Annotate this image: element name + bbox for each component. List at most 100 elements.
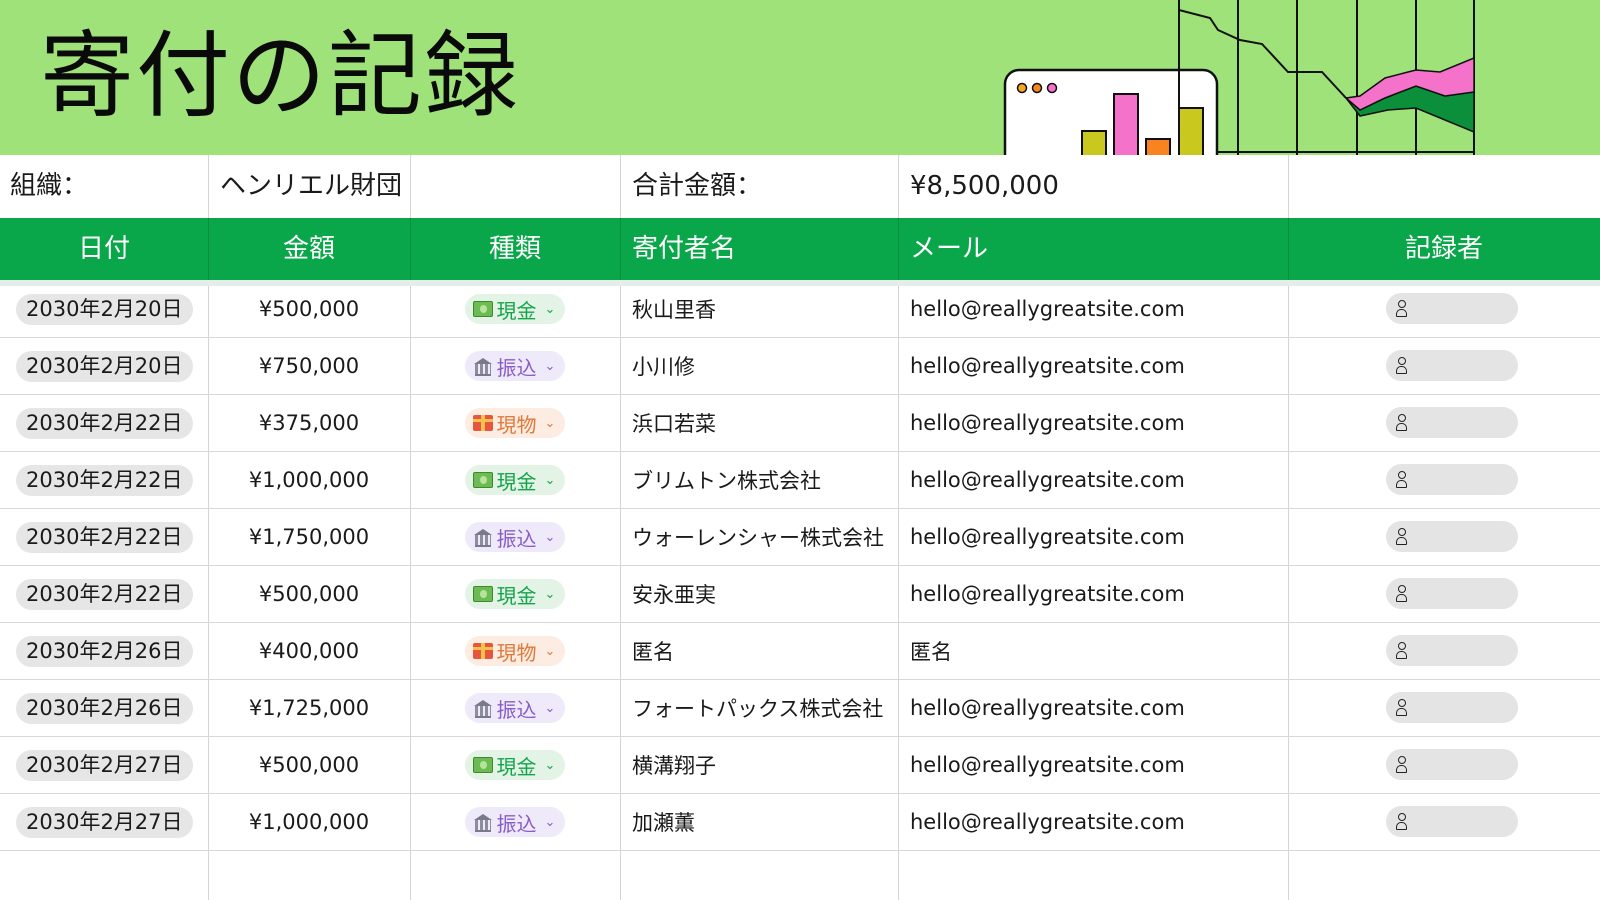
table-row[interactable]: 2030年2月20日 ¥500,000 現金 ⌄ 秋山里香 hello@reallygre… xyxy=(0,281,1600,338)
date-pill[interactable]: 2030年2月22日 xyxy=(16,407,193,439)
recorder-field[interactable] xyxy=(1386,578,1518,609)
recorder-field[interactable] xyxy=(1386,293,1518,324)
user-icon xyxy=(1396,414,1408,431)
donor-cell: フォートパックス株式会社 xyxy=(632,697,884,721)
chevron-down-icon: ⌄ xyxy=(544,415,556,431)
email-cell[interactable]: hello@reallygreatsite.com xyxy=(910,395,1185,451)
type-label: 現金 xyxy=(496,583,537,608)
donor-cell: 浜口若菜 xyxy=(632,412,716,436)
table-row[interactable]: 2030年2月22日 ¥1,750,000 振込 ⌄ ウォーレンシャー株式会社 hello… xyxy=(0,509,1600,566)
column-header-type[interactable]: 種類 xyxy=(410,218,620,280)
type-cell: 振込 ⌄ xyxy=(410,338,620,394)
email-cell[interactable]: 匿名 xyxy=(910,623,952,679)
recorder-field[interactable] xyxy=(1386,806,1518,837)
type-dropdown[interactable]: 現金 ⌄ xyxy=(464,750,566,780)
user-icon xyxy=(1396,756,1408,773)
type-dropdown[interactable]: 現物 ⌄ xyxy=(464,636,566,666)
page-title: 寄付の記録 xyxy=(40,22,521,131)
column-header-recorder[interactable]: 記録者 xyxy=(1288,218,1600,280)
type-dropdown[interactable]: 振込 ⌄ xyxy=(464,522,566,552)
info-row: 組織： ヘンリエル財団 合計金額： ¥8,500,000 xyxy=(0,155,1600,218)
type-dropdown[interactable]: 振込 ⌄ xyxy=(464,693,566,723)
column-header-amount[interactable]: 金額 xyxy=(208,218,410,280)
date-pill[interactable]: 2030年2月22日 xyxy=(16,578,193,610)
recorder-field[interactable] xyxy=(1386,749,1518,780)
date-cell: 2030年2月20日 xyxy=(16,338,206,394)
type-dropdown[interactable]: 現金 ⌄ xyxy=(464,294,566,324)
chevron-down-icon: ⌄ xyxy=(544,529,556,545)
type-dropdown[interactable]: 振込 ⌄ xyxy=(464,807,566,837)
email-cell[interactable]: hello@reallygreatsite.com xyxy=(910,281,1185,337)
table-row[interactable]: 2030年2月26日 ¥400,000 現物 ⌄ 匿名 匿名 xyxy=(0,623,1600,680)
type-cell: 振込 ⌄ xyxy=(410,509,620,565)
type-label: 現物 xyxy=(496,412,537,437)
email-cell[interactable]: hello@reallygreatsite.com xyxy=(910,737,1185,793)
amount-cell: ¥500,000 xyxy=(258,753,360,777)
recorder-field[interactable] xyxy=(1386,635,1518,666)
cash-icon xyxy=(472,757,493,773)
date-pill[interactable]: 2030年2月20日 xyxy=(16,350,193,382)
table-row[interactable]: 2030年2月22日 ¥375,000 現物 ⌄ 浜口若菜 hello@reallygre… xyxy=(0,395,1600,452)
email-cell[interactable]: hello@reallygreatsite.com xyxy=(910,566,1185,622)
amount-cell: ¥1,000,000 xyxy=(248,468,370,492)
user-icon xyxy=(1396,813,1408,830)
type-cell: 現金 ⌄ xyxy=(410,737,620,793)
table-row[interactable]: 2030年2月22日 ¥1,000,000 現金 ⌄ ブリムトン株式会社 hello@re… xyxy=(0,452,1600,509)
date-pill[interactable]: 2030年2月26日 xyxy=(16,635,193,667)
recorder-field[interactable] xyxy=(1386,350,1518,381)
chart-illustration xyxy=(1003,0,1475,155)
email-cell[interactable]: hello@reallygreatsite.com xyxy=(910,794,1185,850)
type-label: 振込 xyxy=(496,526,537,551)
date-pill[interactable]: 2030年2月27日 xyxy=(16,806,193,838)
donor-cell: 匿名 xyxy=(632,640,674,664)
donor-cell: ウォーレンシャー株式会社 xyxy=(632,526,884,550)
amount-cell: ¥500,000 xyxy=(258,582,360,606)
date-pill[interactable]: 2030年2月26日 xyxy=(16,692,193,724)
recorder-field[interactable] xyxy=(1386,407,1518,438)
email-cell[interactable]: hello@reallygreatsite.com xyxy=(910,680,1185,736)
table-row[interactable]: 2030年2月27日 ¥500,000 現金 ⌄ 横溝翔子 hello@reallygre… xyxy=(0,737,1600,794)
type-label: 振込 xyxy=(496,355,537,380)
email-cell[interactable]: hello@reallygreatsite.com xyxy=(910,509,1185,565)
date-pill[interactable]: 2030年2月27日 xyxy=(16,749,193,781)
org-value[interactable]: ヘンリエル財団 xyxy=(220,155,402,218)
bank-icon xyxy=(473,814,493,832)
type-label: 現金 xyxy=(496,754,537,779)
type-dropdown[interactable]: 振込 ⌄ xyxy=(464,351,566,381)
recorder-field[interactable] xyxy=(1386,692,1518,723)
type-dropdown[interactable]: 現金 ⌄ xyxy=(464,465,566,495)
donor-cell: 加瀬薫 xyxy=(632,811,695,835)
type-dropdown[interactable]: 現金 ⌄ xyxy=(464,579,566,609)
chevron-down-icon: ⌄ xyxy=(544,700,556,716)
date-cell: 2030年2月27日 xyxy=(16,737,206,793)
date-cell: 2030年2月22日 xyxy=(16,452,206,508)
table-row[interactable]: 2030年2月27日 ¥1,000,000 振込 ⌄ 加瀬薫 hello@reallygr… xyxy=(0,794,1600,851)
email-cell[interactable]: hello@reallygreatsite.com xyxy=(910,338,1185,394)
type-cell: 振込 ⌄ xyxy=(410,680,620,736)
table-row[interactable]: 2030年2月22日 ¥500,000 現金 ⌄ 安永亜実 hello@reallygre… xyxy=(0,566,1600,623)
table-row[interactable]: 2030年2月26日 ¥1,725,000 振込 ⌄ フォートパックス株式会社 hello… xyxy=(0,680,1600,737)
date-pill[interactable]: 2030年2月20日 xyxy=(16,293,193,325)
chevron-down-icon: ⌄ xyxy=(544,757,556,773)
type-dropdown[interactable]: 現物 ⌄ xyxy=(464,408,566,438)
date-pill[interactable]: 2030年2月22日 xyxy=(16,521,193,553)
date-pill[interactable]: 2030年2月22日 xyxy=(16,464,193,496)
email-cell[interactable]: hello@reallygreatsite.com xyxy=(910,452,1185,508)
recorder-field[interactable] xyxy=(1386,521,1518,552)
type-label: 振込 xyxy=(496,697,537,722)
recorder-field[interactable] xyxy=(1386,464,1518,495)
user-icon xyxy=(1396,528,1408,545)
table-row[interactable]: 2030年2月20日 ¥750,000 振込 ⌄ 小川修 hello@reallygrea… xyxy=(0,338,1600,395)
total-value[interactable]: ¥8,500,000 xyxy=(910,155,1059,218)
header-divider xyxy=(620,218,621,280)
user-icon xyxy=(1396,699,1408,716)
cash-icon xyxy=(472,301,493,317)
user-icon xyxy=(1396,585,1408,602)
date-cell: 2030年2月26日 xyxy=(16,623,206,679)
column-header-donor[interactable]: 寄付者名 xyxy=(632,218,736,280)
donor-cell: 秋山里香 xyxy=(632,298,716,322)
date-cell: 2030年2月26日 xyxy=(16,680,206,736)
column-header-date[interactable]: 日付 xyxy=(0,218,208,280)
column-header-email[interactable]: メール xyxy=(910,218,988,280)
chevron-down-icon: ⌄ xyxy=(544,586,556,602)
